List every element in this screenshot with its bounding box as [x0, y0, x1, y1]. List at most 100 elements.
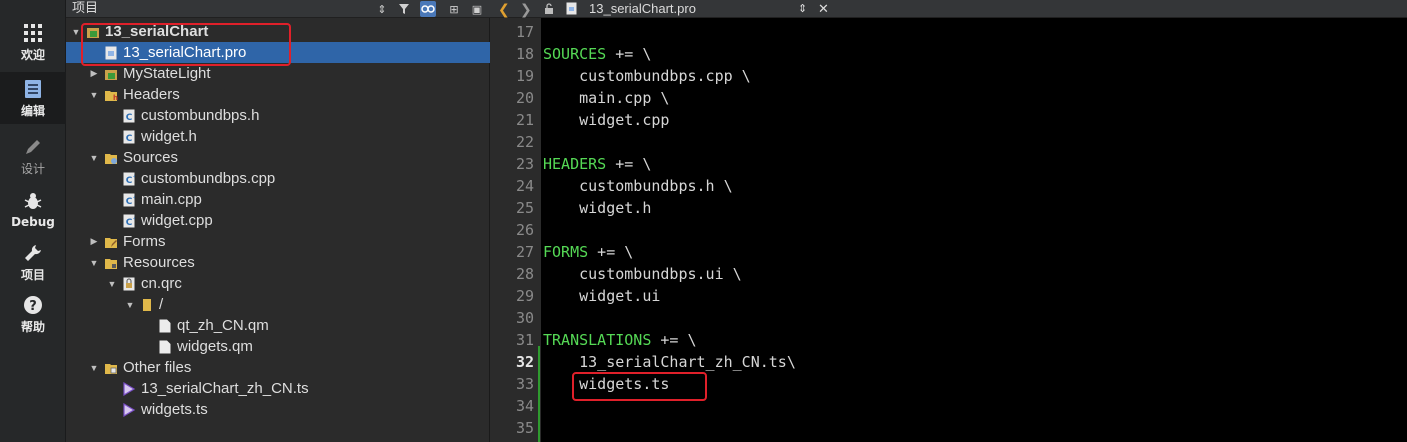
line-number: 17 — [515, 23, 534, 41]
mode-edit[interactable]: 编辑 — [0, 72, 66, 124]
line-number: 19 — [515, 67, 534, 85]
tree-item-label: / — [159, 296, 164, 313]
collapse-arrow-icon[interactable]: ▶ — [88, 68, 100, 80]
link-icon[interactable] — [420, 1, 436, 17]
tree-item-file[interactable]: C + main.cpp — [66, 189, 490, 210]
line-number: 34 — [515, 397, 534, 415]
line-number: 31 — [515, 331, 534, 349]
code-text: widget.ui — [543, 287, 661, 305]
code-line: 13_serialChart_zh_CN.ts\ — [543, 351, 796, 373]
line-number: 22 — [515, 133, 534, 151]
cpp-source-icon: C + — [122, 171, 136, 186]
plain-file-icon — [158, 318, 172, 333]
expand-arrow-icon[interactable]: ▼ — [88, 257, 100, 269]
code-keyword: HEADERS — [543, 155, 607, 173]
tree-item-label: Headers — [123, 86, 180, 103]
pro-file-icon — [104, 66, 118, 81]
line-number: 23 — [515, 155, 534, 173]
tree-item-file[interactable]: C custombundbps.h — [66, 105, 490, 126]
mode-label: 设计 — [20, 161, 45, 176]
back-arrow-icon[interactable]: ❮ — [498, 0, 510, 18]
lock-icon — [544, 2, 554, 20]
tree-item-file[interactable]: widgets.ts — [66, 399, 490, 420]
mode-welcome[interactable]: 欢迎 — [0, 16, 66, 68]
bug-icon — [22, 191, 44, 213]
line-number: 18 — [515, 45, 534, 63]
c-header-icon: C — [122, 108, 136, 123]
tree-item-other-files[interactable]: ▼ Other files — [66, 357, 490, 378]
line-number: 21 — [515, 111, 534, 129]
mode-design[interactable]: 设计 — [0, 130, 66, 182]
tree-item-file[interactable]: C widget.h — [66, 126, 490, 147]
split-add-icon[interactable]: ⊞ — [446, 1, 462, 17]
pencil-icon — [22, 136, 44, 158]
updown-arrows-icon[interactable]: ⇕ — [798, 0, 807, 18]
tree-item-forms[interactable]: ▶ Forms — [66, 231, 490, 252]
mode-help[interactable]: ? 帮助 — [0, 288, 66, 340]
folder-forms-icon — [104, 234, 118, 249]
line-number: 29 — [515, 287, 534, 305]
tree-item-headers[interactable]: ▼ h Headers — [66, 84, 490, 105]
tree-item-label: widget.h — [141, 128, 197, 145]
tree-item-label: Forms — [123, 233, 166, 250]
code-text: += \ — [588, 243, 634, 261]
tree-item-resources[interactable]: ▼ Resources — [66, 252, 490, 273]
open-file-selector[interactable]: 13_serialChart.pro — [589, 0, 696, 18]
tree-item-file[interactable]: 13_serialChart_zh_CN.ts — [66, 378, 490, 399]
svg-text:+: + — [133, 216, 135, 222]
code-text: custombundbps.cpp \ — [543, 67, 751, 85]
code-line: SOURCES += \ — [543, 43, 651, 65]
code-text: widget.cpp — [543, 111, 670, 129]
mode-projects[interactable]: 项目 — [0, 236, 66, 288]
expand-arrow-icon[interactable]: ▼ — [106, 278, 118, 290]
mode-debug[interactable]: Debug — [0, 184, 66, 236]
collapse-arrow-icon[interactable]: ▶ — [88, 236, 100, 248]
tree-item-sources[interactable]: ▼ Sources — [66, 147, 490, 168]
tree-item-label: custombundbps.cpp — [141, 170, 276, 187]
close-document-icon[interactable]: ✕ — [818, 0, 829, 18]
svg-text:h: h — [113, 94, 118, 102]
filter-icon[interactable] — [396, 1, 412, 17]
mode-sidebar: 欢迎 编辑 设计 Debug 项目 ? 帮助 — [0, 0, 66, 442]
file-icon — [566, 2, 577, 20]
code-keyword: SOURCES — [543, 45, 607, 63]
code-line: custombundbps.h \ — [543, 175, 733, 197]
tree-item-file[interactable]: qt_zh_CN.qm — [66, 315, 490, 336]
svg-text:C: C — [126, 176, 133, 186]
expand-arrow-icon[interactable]: ▼ — [124, 299, 136, 311]
tree-item-label: cn.qrc — [141, 275, 182, 292]
project-view-selector[interactable]: 项目 — [72, 0, 98, 18]
folder-res-icon — [104, 255, 118, 270]
tree-item-file[interactable]: widgets.qm — [66, 336, 490, 357]
tree-item-qrc[interactable]: ▼ cn.qrc — [66, 273, 490, 294]
code-text: custombundbps.ui \ — [543, 265, 742, 283]
mode-label: 欢迎 — [20, 47, 45, 62]
tree-item-label: custombundbps.h — [141, 107, 260, 124]
tree-item-label: widgets.qm — [177, 338, 253, 355]
cpp-source-icon: C + — [122, 192, 136, 207]
tree-item-subproject[interactable]: ▶ MyStateLight — [66, 63, 490, 84]
plain-file-icon — [158, 339, 172, 354]
expand-arrow-icon[interactable]: ▼ — [88, 152, 100, 164]
close-pane-icon[interactable]: ▣ — [469, 1, 485, 17]
expand-arrow-icon[interactable]: ▼ — [88, 362, 100, 374]
svg-text:+: + — [133, 174, 135, 180]
wrench-icon — [22, 242, 44, 264]
expand-arrow-icon[interactable]: ▼ — [88, 89, 100, 101]
svg-text:C: C — [126, 113, 133, 123]
mode-label: 帮助 — [20, 319, 45, 334]
forward-arrow-icon[interactable]: ❯ — [520, 0, 532, 18]
tree-item-label: widgets.ts — [141, 401, 208, 418]
ts-file-icon — [122, 402, 136, 417]
tree-item-file[interactable]: C + widget.cpp — [66, 210, 490, 231]
updown-arrows-icon[interactable]: ⇕ — [374, 1, 390, 17]
tree-item-label: qt_zh_CN.qm — [177, 317, 269, 334]
tree-item-prefix[interactable]: ▼ / — [66, 294, 490, 315]
code-line: FORMS += \ — [543, 241, 633, 263]
line-number: 32 — [515, 353, 534, 371]
annotation-box — [81, 23, 291, 66]
tree-item-label: main.cpp — [141, 191, 202, 208]
tree-item-file[interactable]: C + custombundbps.cpp — [66, 168, 490, 189]
line-number: 27 — [515, 243, 534, 261]
line-number: 26 — [515, 221, 534, 239]
